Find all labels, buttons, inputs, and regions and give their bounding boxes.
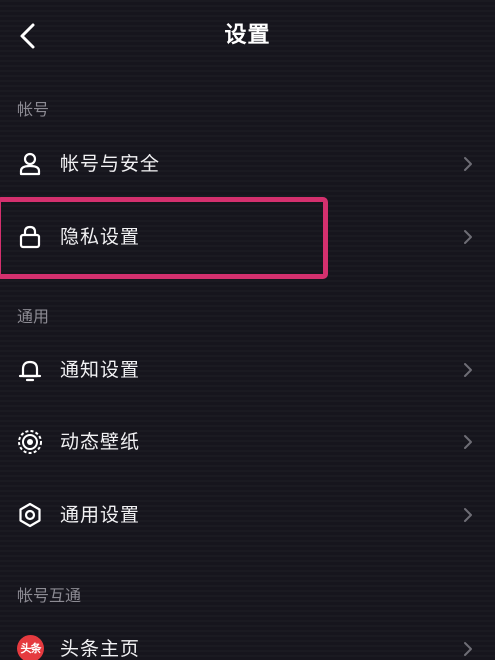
chevron-right-icon <box>461 227 475 247</box>
settings-item-label: 头条主页 <box>60 638 141 660</box>
settings-item-account-security[interactable]: 帐号与安全 <box>0 134 495 194</box>
page-title: 设置 <box>224 23 271 48</box>
chevron-right-icon <box>461 154 475 174</box>
settings-item-toutiao-home[interactable]: 头条 头条主页 <box>0 619 495 660</box>
toutiao-logo-icon: 头条 <box>17 635 44 660</box>
settings-item-label: 通知设置 <box>60 359 141 381</box>
settings-item-label: 动态壁纸 <box>60 431 141 453</box>
chevron-right-icon <box>461 505 475 525</box>
chevron-right-icon <box>461 360 475 380</box>
settings-item-live-wallpaper[interactable]: 动态壁纸 <box>0 412 495 472</box>
section-label-account: 帐号 <box>17 100 50 119</box>
chevron-right-icon <box>461 432 475 452</box>
section-label-linked-accounts: 帐号互通 <box>17 586 82 605</box>
chevron-right-icon <box>461 639 475 659</box>
gear-icon <box>17 502 43 528</box>
live-wallpaper-icon <box>17 429 43 455</box>
top-bar: 设置 <box>0 0 495 72</box>
person-icon <box>17 151 43 177</box>
settings-item-general[interactable]: 通用设置 <box>0 485 495 545</box>
settings-item-label: 帐号与安全 <box>60 153 161 175</box>
bell-icon <box>17 357 43 383</box>
settings-screen: 设置 帐号 帐号与安全 隐私设置 通用 通知设置 动态壁纸 通用设置 帐号互通 … <box>0 0 495 660</box>
settings-item-label: 通用设置 <box>60 504 141 526</box>
settings-item-notifications[interactable]: 通知设置 <box>0 340 495 400</box>
section-label-general: 通用 <box>17 307 50 326</box>
privacy-highlight-box <box>0 197 328 279</box>
